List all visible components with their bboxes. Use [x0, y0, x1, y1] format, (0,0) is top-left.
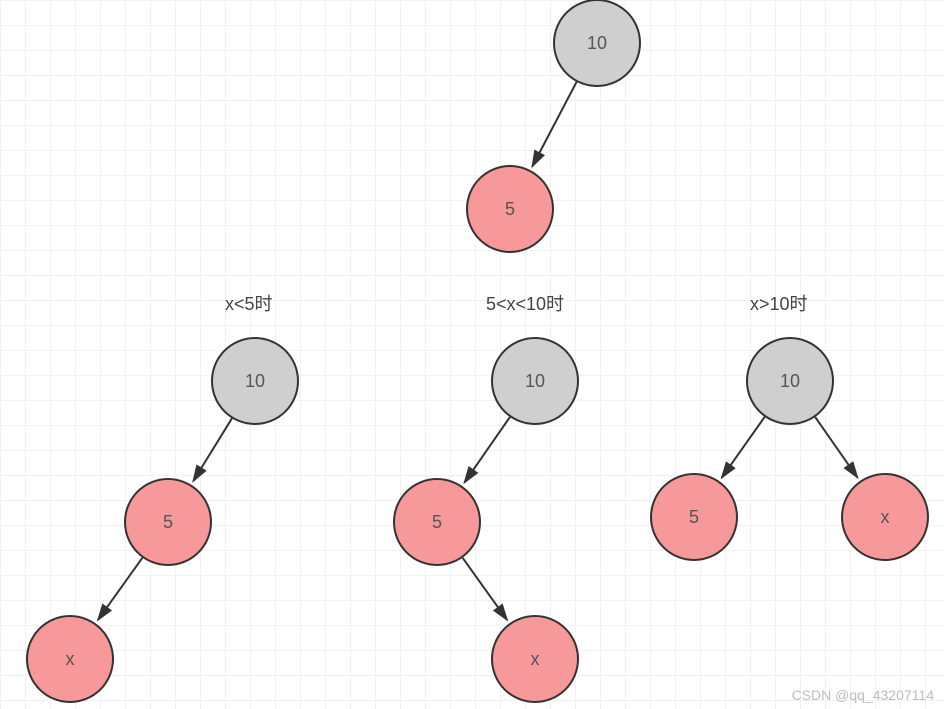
tree-lt5-child1: 5: [124, 478, 212, 566]
node-label: 5: [432, 512, 442, 533]
node-label: 5: [689, 507, 699, 528]
node-label: x: [531, 649, 540, 670]
caption-lt5: x<5时: [225, 290, 273, 316]
node-label: 10: [587, 33, 607, 54]
caption-text: x>10时: [750, 294, 808, 314]
tree-mid-root: 10: [491, 337, 579, 425]
tree-lt5-child2: x: [26, 615, 114, 703]
caption-text: 5<x<10时: [486, 294, 564, 314]
caption-gt10: x>10时: [750, 290, 808, 316]
tree-gt10-child-right: x: [841, 473, 929, 561]
diagram-canvas: 10 5 x<5时 5<x<10时 x>10时 10 5 x 10 5 x 10…: [0, 0, 944, 709]
caption-text: x<5时: [225, 294, 273, 314]
node-label: x: [66, 649, 75, 670]
top-tree-child-node: 5: [466, 165, 554, 253]
node-label: 5: [505, 199, 515, 220]
node-label: 10: [780, 371, 800, 392]
watermark-text: CSDN @qq_43207114: [792, 687, 934, 703]
tree-gt10-root: 10: [746, 337, 834, 425]
tree-lt5-root: 10: [211, 337, 299, 425]
node-label: 10: [245, 371, 265, 392]
node-label: 10: [525, 371, 545, 392]
node-label: 5: [163, 512, 173, 533]
caption-mid: 5<x<10时: [486, 290, 564, 316]
top-tree-root-node: 10: [553, 0, 641, 87]
tree-mid-child1: 5: [393, 478, 481, 566]
tree-gt10-child-left: 5: [650, 473, 738, 561]
watermark: CSDN @qq_43207114: [792, 687, 934, 703]
tree-mid-child2: x: [491, 615, 579, 703]
node-label: x: [881, 507, 890, 528]
